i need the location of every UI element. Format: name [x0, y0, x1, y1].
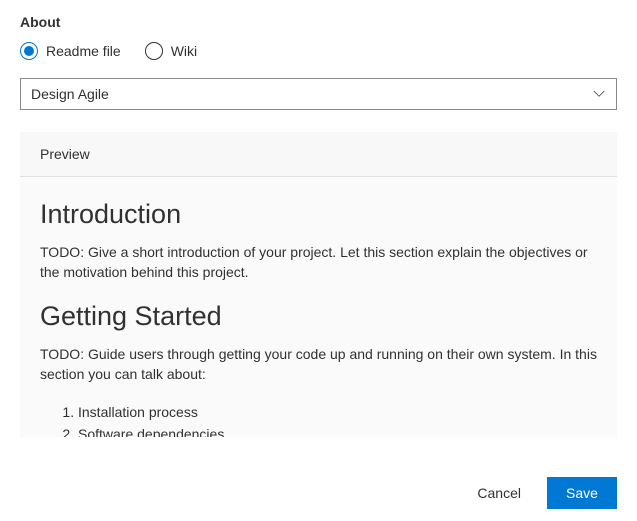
- preview-intro-body: TODO: Give a short introduction of your …: [40, 242, 597, 283]
- radio-wiki[interactable]: Wiki: [145, 42, 197, 60]
- preview-tab-bar: Preview: [20, 132, 617, 177]
- preview-panel: Preview Introduction TODO: Give a short …: [20, 132, 617, 437]
- tab-preview[interactable]: Preview: [20, 132, 110, 176]
- list-item: Software dependencies: [78, 424, 597, 437]
- preview-getting-started-list: Installation process Software dependenci…: [78, 402, 597, 437]
- preview-heading-getting-started: Getting Started: [40, 301, 597, 332]
- dropdown-selected-value: Design Agile: [31, 86, 109, 102]
- radio-readme-label: Readme file: [46, 43, 121, 59]
- preview-content: Introduction TODO: Give a short introduc…: [20, 177, 617, 437]
- readme-source-dropdown[interactable]: Design Agile: [20, 78, 617, 110]
- save-button[interactable]: Save: [547, 477, 617, 509]
- radio-wiki-label: Wiki: [171, 43, 197, 59]
- radio-readme-file[interactable]: Readme file: [20, 42, 121, 60]
- radio-unselected-icon: [145, 42, 163, 60]
- section-title: About: [20, 14, 617, 30]
- list-item: Installation process: [78, 402, 597, 424]
- about-source-radio-group: Readme file Wiki: [20, 42, 617, 60]
- preview-getting-started-body: TODO: Guide users through getting your c…: [40, 344, 597, 385]
- dialog-footer: Cancel Save: [459, 477, 617, 509]
- cancel-button[interactable]: Cancel: [459, 477, 539, 509]
- about-panel: About Readme file Wiki Design Agile Prev…: [0, 0, 637, 437]
- radio-selected-icon: [20, 42, 38, 60]
- preview-heading-introduction: Introduction: [40, 199, 597, 230]
- chevron-down-icon: [592, 87, 606, 101]
